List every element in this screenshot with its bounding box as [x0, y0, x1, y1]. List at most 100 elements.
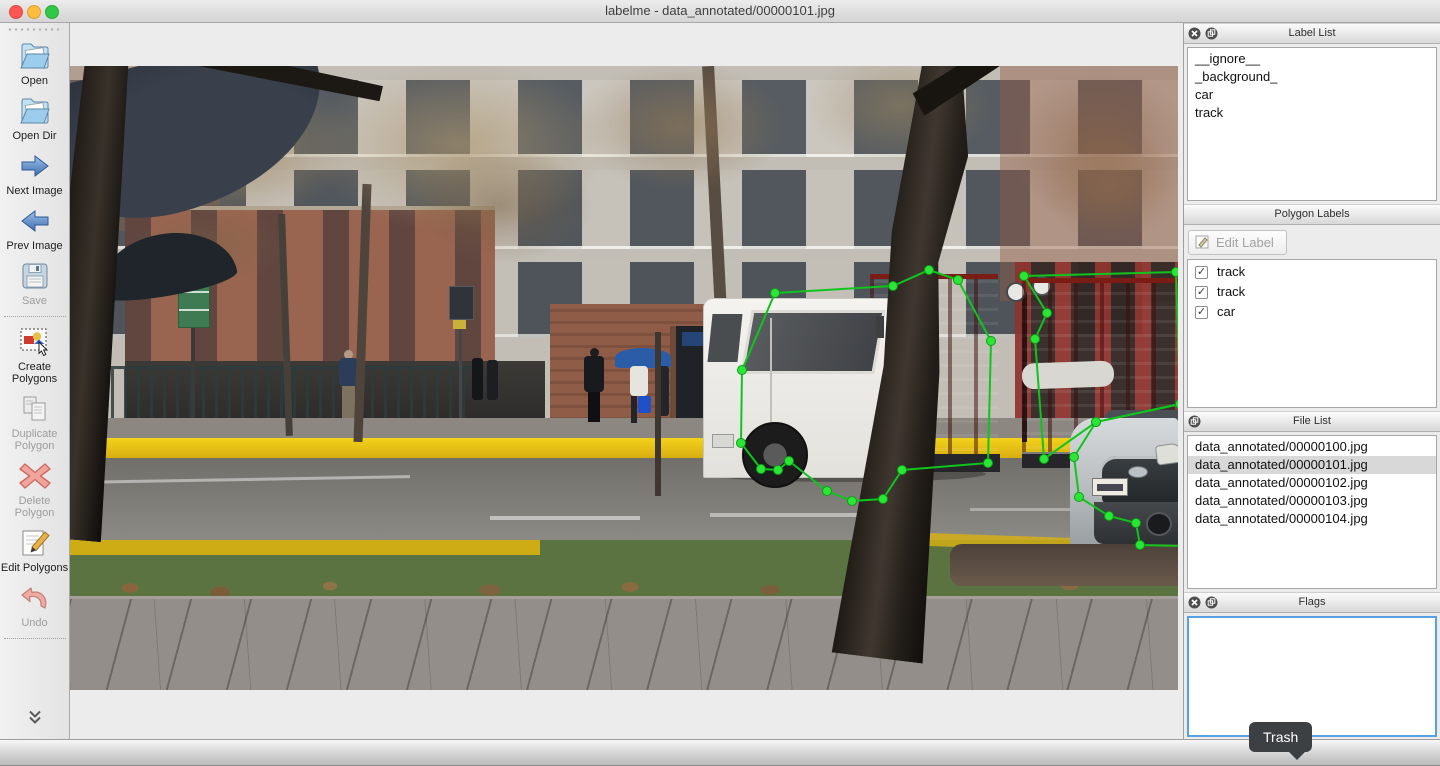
polygon-vertex[interactable]	[848, 497, 857, 506]
open-folder-icon	[19, 40, 51, 72]
polygon-vertex[interactable]	[771, 289, 780, 298]
polygon-label-list[interactable]: ✓track✓track✓car	[1187, 259, 1437, 408]
toolbar-label: Duplicate Polygon	[0, 428, 70, 452]
toolbar-label: Edit Polygons	[1, 562, 68, 574]
file-list-header: File List	[1184, 411, 1440, 432]
polygon-label-item[interactable]: ✓ car	[1188, 302, 1436, 322]
open-dir-folder-icon	[19, 95, 51, 127]
save-floppy-icon	[22, 260, 48, 292]
prev-image-button[interactable]: Prev Image	[0, 205, 70, 252]
panel-title: Polygon Labels	[1184, 205, 1440, 224]
polygon-vertex[interactable]	[1172, 268, 1179, 277]
file-list-item[interactable]: data_annotated/00000104.jpg	[1188, 510, 1436, 528]
image-canvas[interactable]	[70, 23, 1184, 740]
polygon-vertex[interactable]	[1020, 272, 1029, 281]
duplicate-icon	[21, 393, 49, 425]
delete-x-icon	[18, 460, 52, 492]
polygon-vertex[interactable]	[1043, 309, 1052, 318]
polygon-labels-toolbar: Edit Label	[1184, 225, 1440, 259]
panel-flags: Flags	[1184, 592, 1440, 740]
polygon-vertex[interactable]	[1075, 493, 1084, 502]
checkbox[interactable]: ✓	[1195, 266, 1208, 279]
polygon-labels-header: Polygon Labels	[1184, 204, 1440, 225]
polygon-vertex[interactable]	[738, 366, 747, 375]
create-polygons-button[interactable]: Create Polygons	[0, 326, 70, 385]
undo-button[interactable]: Undo	[0, 582, 70, 629]
polygon-vertex[interactable]	[1031, 335, 1040, 344]
polygon-vertex[interactable]	[1070, 453, 1079, 462]
polygon-vertex[interactable]	[879, 495, 888, 504]
polygon-label-text: track	[1217, 263, 1245, 281]
polygon-vertex[interactable]	[889, 282, 898, 291]
file-list-item[interactable]: data_annotated/00000101.jpg	[1188, 456, 1436, 474]
polygon-vertex[interactable]	[898, 466, 907, 475]
annotation-overlay[interactable]	[70, 66, 1178, 690]
toolbar-label: Open	[21, 75, 48, 87]
polygon-label-item[interactable]: ✓ track	[1188, 262, 1436, 282]
label-list-item[interactable]: _background_	[1188, 68, 1436, 86]
toolbar-drag-handle[interactable]	[7, 27, 63, 33]
file-list-item[interactable]: data_annotated/00000103.jpg	[1188, 492, 1436, 510]
polygon-vertex[interactable]	[1136, 541, 1145, 550]
polygon-vertex[interactable]	[1176, 400, 1179, 409]
annotation-polygon-car[interactable]	[1074, 404, 1178, 546]
annotation-polygon-track[interactable]	[1024, 272, 1178, 459]
polygon-vertex[interactable]	[737, 439, 746, 448]
label-list[interactable]: __ignore___background_cartrack	[1187, 47, 1437, 201]
trash-dock-tooltip: Trash	[1249, 722, 1312, 752]
toolbar-overflow-chevron[interactable]	[27, 710, 43, 730]
panel-label-list: Label List __ignore___background_cartrac…	[1184, 23, 1440, 204]
polygon-label-text: car	[1217, 303, 1235, 321]
annotated-photo	[70, 66, 1178, 690]
open-dir-button[interactable]: Open Dir	[0, 95, 70, 142]
toolbar-label: Save	[22, 295, 47, 307]
polygon-vertex[interactable]	[823, 487, 832, 496]
edit-label-text: Edit Label	[1216, 235, 1274, 250]
edit-label-pencil-icon	[1195, 235, 1210, 250]
edit-label-button[interactable]: Edit Label	[1188, 230, 1287, 255]
flags-list[interactable]	[1187, 616, 1437, 737]
panel-polygon-labels: Polygon Labels Edit Label ✓track✓track✓c…	[1184, 204, 1440, 411]
polygon-vertex[interactable]	[774, 466, 783, 475]
checkbox[interactable]: ✓	[1195, 286, 1208, 299]
polygon-vertex[interactable]	[1092, 418, 1101, 427]
polygon-vertex[interactable]	[785, 457, 794, 466]
edit-pencil-icon	[20, 527, 50, 559]
checkbox[interactable]: ✓	[1195, 306, 1208, 319]
polygon-vertex[interactable]	[987, 337, 996, 346]
polygon-vertex[interactable]	[954, 276, 963, 285]
label-list-item[interactable]: track	[1188, 104, 1436, 122]
toolbar-label: Delete Polygon	[0, 495, 70, 519]
delete-polygon-button[interactable]: Delete Polygon	[0, 460, 70, 519]
save-button[interactable]: Save	[0, 260, 70, 307]
arrow-right-icon	[20, 150, 50, 182]
label-list-item[interactable]: __ignore__	[1188, 50, 1436, 68]
label-list-item[interactable]: car	[1188, 86, 1436, 104]
open-button[interactable]: Open	[0, 40, 70, 87]
toolbar-label: Create Polygons	[0, 361, 70, 385]
polygon-vertex[interactable]	[1040, 455, 1049, 464]
polygon-vertex[interactable]	[1105, 512, 1114, 521]
panel-title: Flags	[1184, 593, 1440, 612]
duplicate-polygon-button[interactable]: Duplicate Polygon	[0, 393, 70, 452]
dock-panels: Label List __ignore___background_cartrac…	[1183, 23, 1440, 740]
zoom-window-button[interactable]	[45, 5, 59, 19]
next-image-button[interactable]: Next Image	[0, 150, 70, 197]
trash-tooltip-label: Trash	[1263, 729, 1298, 745]
edit-polygons-button[interactable]: Edit Polygons	[0, 527, 70, 574]
file-list[interactable]: data_annotated/00000100.jpgdata_annotate…	[1187, 435, 1437, 589]
polygon-vertex[interactable]	[1132, 519, 1141, 528]
polygon-vertex[interactable]	[984, 459, 993, 468]
polygon-vertex[interactable]	[925, 266, 934, 275]
arrow-left-icon	[20, 205, 50, 237]
polygon-vertex[interactable]	[757, 465, 766, 474]
tooltip-arrow	[1289, 752, 1305, 760]
polygon-label-item[interactable]: ✓track	[1188, 282, 1436, 302]
toolbar-separator	[4, 638, 66, 639]
minimize-window-button[interactable]	[27, 5, 41, 19]
file-list-item[interactable]: data_annotated/00000102.jpg	[1188, 474, 1436, 492]
close-window-button[interactable]	[9, 5, 23, 19]
file-list-item[interactable]: data_annotated/00000100.jpg	[1188, 438, 1436, 456]
toolbar-label: Undo	[21, 617, 47, 629]
tool-bar: Open Open Dir Next Image Prev Image Save…	[0, 23, 70, 740]
